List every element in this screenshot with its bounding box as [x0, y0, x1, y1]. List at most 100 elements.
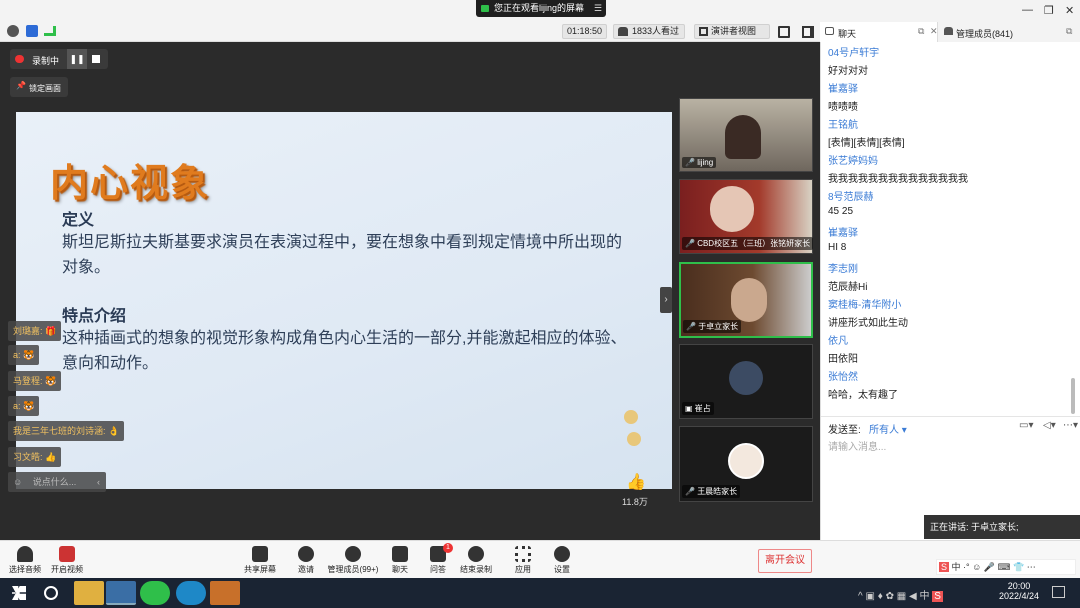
like-count: 11.8万	[622, 497, 648, 507]
video-name-text: lijing	[697, 158, 714, 167]
slide-heading-definition: 定义	[62, 212, 95, 229]
people-icon	[944, 27, 953, 35]
gift-icon: 🎁	[45, 326, 57, 336]
chat-sender-name[interactable]: 李志刚	[828, 260, 858, 275]
video-tile-wangchenhao[interactable]: 🎤 王晨皓家长	[679, 426, 813, 502]
chat-sender-name[interactable]: 依凡	[828, 332, 848, 347]
end-recording-button[interactable]: 结束录制	[451, 543, 501, 575]
browser-icon[interactable]	[176, 581, 206, 605]
speaking-indicator: 正在讲话: 于卓立家长;	[924, 515, 1080, 539]
chat-icon	[392, 546, 408, 562]
tab-chat[interactable]: 聊天 ⧉ ✕	[820, 22, 938, 42]
collapse-strip-icon[interactable]: ›	[660, 287, 672, 313]
chat-message-text: 哈哈，太有趣了	[828, 390, 898, 401]
camera-off-icon	[59, 546, 75, 562]
signal-icon[interactable]	[44, 26, 56, 36]
thumbs-up-icon: 👍	[45, 452, 57, 462]
volume-icon[interactable]: ◁▾	[1043, 420, 1056, 431]
people-icon	[618, 27, 628, 36]
share-screen-button[interactable]: 共享屏幕	[235, 543, 285, 575]
share-screen-icon	[252, 546, 268, 562]
comment-item: 马登程: 🐯	[8, 371, 62, 391]
close-icon[interactable]: ✕	[1065, 4, 1074, 17]
chat-sender-name[interactable]: 张艺婷妈妈	[828, 152, 878, 167]
ime-toolbar[interactable]: S 中 ·° ☺ 🎤 ⌨ 👕 ⋯	[936, 559, 1076, 575]
chat-sender-name[interactable]: 王铭航	[828, 116, 858, 131]
chat-sender-name[interactable]: 崔嘉驿	[828, 224, 858, 239]
video-tile-cbd[interactable]: 🎤 CBD校区五（三班）张铭妍家长	[679, 179, 814, 254]
video-tile-cuizhan[interactable]: ▣ 崔占	[679, 344, 813, 419]
chat-sender-name[interactable]: 窦桂梅-清华附小	[828, 296, 901, 311]
leave-meeting-button[interactable]: 离开会议	[758, 549, 812, 573]
folder-icon[interactable]: ▭▾	[1019, 420, 1033, 431]
video-label: 开启视频	[51, 565, 83, 574]
info-icon[interactable]	[7, 25, 19, 37]
apps-label: 应用	[515, 565, 531, 574]
popout-icon[interactable]: ⧉	[918, 26, 924, 37]
photo-app-icon[interactable]	[210, 581, 240, 605]
chat-sender-name[interactable]: 8号范辰赫	[828, 188, 874, 203]
video-tile-active-speaker[interactable]: 🎤 于卓立家长	[679, 262, 813, 338]
chat-message-text: 45 25	[828, 206, 854, 217]
send-to-label: 发送至:	[828, 425, 861, 436]
chat-sender-name[interactable]: 张怡然	[828, 368, 858, 383]
viewers-count[interactable]: 1833人看过	[613, 24, 685, 39]
video-tile-lijing[interactable]: 🎤 lijing	[679, 98, 813, 172]
fullscreen-icon[interactable]	[778, 26, 790, 38]
chevron-left-icon[interactable]: ‹	[97, 472, 100, 492]
video-tile-name: ▣ 崔占	[682, 402, 714, 415]
clock[interactable]: 20:00 2022/4/24	[994, 581, 1044, 601]
send-to-select[interactable]: 所有人 ▾	[869, 421, 907, 436]
meeting-timer: 01:18:50	[562, 24, 608, 39]
close-tab-icon[interactable]: ✕	[930, 26, 938, 37]
meeting-app-icon[interactable]	[106, 581, 136, 605]
chat-scrollbar[interactable]	[1071, 378, 1075, 414]
comment-item: 我是三年七班的刘诗涵: 👌	[8, 421, 125, 441]
wechat-icon[interactable]	[140, 581, 170, 605]
pause-icon[interactable]: ❚❚	[67, 49, 87, 69]
sidebar-toggle-icon[interactable]	[802, 26, 814, 38]
invite-button[interactable]: 邀请	[281, 543, 331, 575]
more-icon[interactable]: ⋯▾	[1063, 420, 1078, 431]
tray-icons[interactable]: ^ ▣ ♦ ✿ ▦ ◀ 中 S	[858, 587, 943, 602]
viewers-label: 1833人看过	[632, 26, 680, 36]
share-banner-text: 您正在观看lijing的屏幕	[494, 3, 585, 13]
members-button[interactable]: 管理成员(99+)	[325, 543, 381, 575]
shield-icon[interactable]	[26, 25, 38, 37]
pin-icon: 📌	[16, 81, 26, 90]
view-mode-select[interactable]: 演讲者视图 ▾	[694, 24, 770, 49]
chat-label: 聊天	[392, 565, 408, 574]
end-record-label: 结束录制	[460, 565, 492, 574]
tab-members[interactable]: 管理成员(841) ⧉	[942, 22, 1080, 42]
slide-title: 内心视象	[50, 163, 211, 205]
stop-icon[interactable]	[92, 55, 100, 63]
settings-button[interactable]: 设置	[537, 543, 587, 575]
divider	[821, 416, 1080, 417]
people-icon	[345, 546, 361, 562]
notification-icon[interactable]	[1052, 586, 1065, 598]
windows-start-icon[interactable]	[12, 586, 26, 600]
comment-input[interactable]: ☺ 说点什么... ‹	[8, 472, 106, 492]
share-banner[interactable]: 您正在观看lijing的屏幕 ☰	[476, 0, 606, 17]
restore-icon[interactable]: ❐	[1044, 4, 1054, 17]
like-icon[interactable]: 👍	[626, 472, 646, 492]
chat-input[interactable]: 请输入消息...	[828, 438, 886, 453]
popout-icon[interactable]: ⧉	[1066, 26, 1072, 37]
emoji-icon[interactable]: ☺	[13, 477, 22, 487]
video-name-text: CBD校区五（三班）张铭妍家长	[697, 239, 811, 248]
file-explorer-icon[interactable]	[74, 581, 104, 605]
video-tile-name: 🎤 lijing	[682, 157, 717, 168]
video-button[interactable]: 开启视频	[42, 543, 92, 575]
qa-label: 问答	[430, 565, 446, 574]
video-tile-name: 🎤 于卓立家长	[683, 320, 742, 333]
minimize-icon[interactable]: —	[1022, 4, 1033, 16]
menu-icon[interactable]: ☰	[594, 0, 602, 17]
search-icon[interactable]	[44, 586, 58, 600]
settings-label: 设置	[554, 565, 570, 574]
lock-view-button[interactable]: 📌 锁定画面	[10, 77, 68, 97]
chat-message-text: 我我我我我我我我我我我我我我	[828, 174, 968, 185]
windows-taskbar: ^ ▣ ♦ ✿ ▦ ◀ 中 S 20:00 2022/4/24	[0, 578, 1080, 608]
video-name-text: 王晨皓家长	[697, 487, 738, 496]
chat-sender-name[interactable]: 04号卢轩宇	[828, 44, 879, 59]
chat-sender-name[interactable]: 崔嘉驿	[828, 80, 858, 95]
